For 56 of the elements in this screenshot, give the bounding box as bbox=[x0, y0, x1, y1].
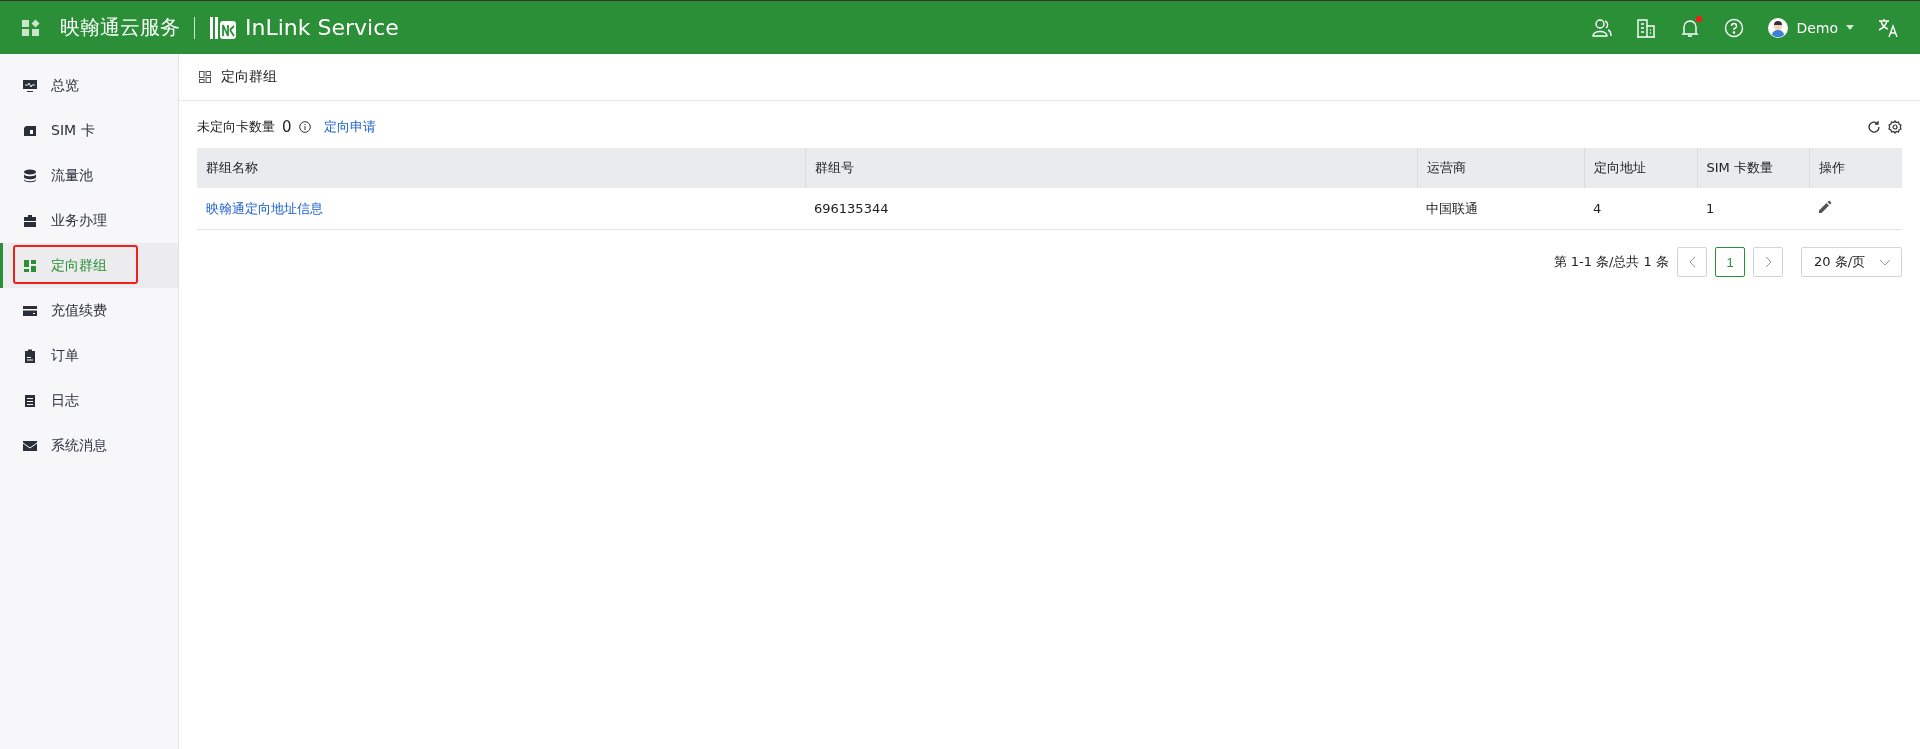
column-header: 群组号 bbox=[805, 148, 1417, 188]
column-header: SIM 卡数量 bbox=[1697, 148, 1809, 188]
bell-icon[interactable] bbox=[1680, 17, 1701, 38]
page-title: 定向群组 bbox=[221, 68, 277, 86]
nav-item[interactable]: SIM 卡 bbox=[0, 108, 178, 153]
card-icon bbox=[23, 303, 37, 318]
page-button[interactable]: 1 bbox=[1715, 247, 1745, 277]
briefcase-icon bbox=[23, 213, 37, 228]
table-cell: 4 bbox=[1584, 188, 1697, 230]
nav-item[interactable]: 充值续费 bbox=[0, 288, 178, 333]
page-size-select[interactable]: 20 条/页 bbox=[1801, 247, 1902, 277]
nav-item[interactable]: 总览 bbox=[0, 63, 178, 108]
nav-item[interactable]: 系统消息 bbox=[0, 423, 178, 468]
grid-icon bbox=[23, 258, 37, 273]
refresh-icon[interactable] bbox=[1867, 120, 1881, 134]
doc-icon bbox=[23, 393, 37, 408]
nav-item[interactable]: 定向群组 bbox=[0, 243, 178, 288]
edit-icon[interactable] bbox=[1818, 200, 1832, 214]
column-header: 操作 bbox=[1809, 148, 1902, 188]
avatar-icon[interactable] bbox=[1768, 17, 1789, 38]
unassigned-count-label: 未定向卡数量 bbox=[197, 118, 275, 136]
table-cell: 1 bbox=[1697, 188, 1809, 230]
nav-item[interactable]: 订单 bbox=[0, 333, 178, 378]
column-header: 群组名称 bbox=[197, 148, 805, 188]
settings-icon[interactable] bbox=[1888, 120, 1902, 134]
grid-icon bbox=[199, 71, 211, 83]
table-cell: 中国联通 bbox=[1417, 188, 1584, 230]
nav-item[interactable]: 流量池 bbox=[0, 153, 178, 198]
building-icon[interactable] bbox=[1636, 17, 1657, 38]
logo-icon bbox=[209, 15, 237, 40]
apps-icon[interactable] bbox=[22, 18, 40, 37]
unassigned-count: 0 bbox=[282, 118, 292, 136]
group-name-link[interactable]: 映翰通定向地址信息 bbox=[206, 200, 323, 216]
monitor-icon bbox=[23, 78, 37, 93]
user-name[interactable]: Demo bbox=[1796, 19, 1838, 36]
column-header: 定向地址 bbox=[1584, 148, 1697, 188]
chevron-down-icon bbox=[1879, 258, 1891, 266]
table-cell: 696135344 bbox=[805, 188, 1417, 230]
brand-title: InLink Service bbox=[245, 15, 399, 40]
translate-icon[interactable] bbox=[1878, 17, 1898, 38]
help-icon[interactable] bbox=[1724, 17, 1745, 38]
chevron-right-icon bbox=[1764, 256, 1772, 268]
column-header: 运营商 bbox=[1417, 148, 1584, 188]
database-icon bbox=[23, 168, 37, 183]
sim-icon bbox=[23, 123, 37, 138]
users-icon[interactable] bbox=[1592, 17, 1613, 38]
brand-name: 映翰通云服务 bbox=[60, 14, 180, 41]
caret-icon[interactable] bbox=[1846, 25, 1854, 30]
mail-icon bbox=[23, 438, 37, 453]
chevron-left-icon bbox=[1688, 256, 1696, 268]
clipboard-icon bbox=[23, 348, 37, 363]
info-icon[interactable] bbox=[298, 121, 311, 133]
nav-item[interactable]: 业务办理 bbox=[0, 198, 178, 243]
apply-link[interactable]: 定向申请 bbox=[323, 118, 376, 136]
pagination-summary: 第 1-1 条/总共 1 条 bbox=[1553, 253, 1669, 271]
nav-item[interactable]: 日志 bbox=[0, 378, 178, 423]
